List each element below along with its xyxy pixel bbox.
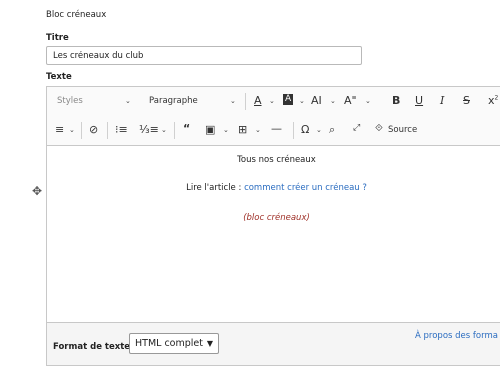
chevron-down-icon[interactable]: ⌄ [223,127,229,134]
blockquote-icon[interactable]: “ [183,123,190,134]
superscript-icon[interactable]: x2 [488,95,498,106]
chevron-down-icon[interactable]: ⌄ [230,98,236,105]
source-icon[interactable]: ⟐ [375,124,383,134]
background-color-icon[interactable]: A [283,94,294,105]
strikethrough-icon[interactable]: S [463,95,470,106]
article-link[interactable]: comment créer un créneau ? [244,183,367,193]
editor-toolbar-row-2: ≡ ⌄ ⊘ ⁝≡ ⅓≡ ⌄ “ ▣ ⌄ ⊞ ⌄ — Ω ⌄ ⌕ ⤢ ⟐ Sour… [47,116,500,146]
find-replace-icon[interactable]: ⌕ [329,124,335,135]
section-title: Bloc créneaux [46,10,107,20]
chevron-down-icon[interactable]: ⌄ [330,98,336,105]
editor-content[interactable]: Tous nos créneaux Lire l'article : comme… [47,146,500,322]
bold-icon[interactable]: B [392,95,400,106]
chevron-down-icon[interactable]: ⌄ [365,98,371,105]
caret-down-icon: ▼ [206,339,213,348]
chevron-down-icon[interactable]: ⌄ [269,98,275,105]
format-select[interactable]: HTML complet ▼ [129,333,219,354]
font-size-icon[interactable]: AI [311,95,322,106]
insert-image-icon[interactable]: ▣ [205,124,215,135]
format-value: HTML complet [135,338,203,349]
heading-dropdown[interactable]: Paragraphe [149,97,198,106]
content-heading: Tous nos créneaux [237,155,316,165]
numbered-list-icon[interactable]: ⅓≡ [139,124,159,135]
styles-dropdown[interactable]: Styles [57,97,83,106]
article-prefix: Lire l'article : [186,183,245,193]
font-color-icon[interactable]: A [254,95,262,106]
link-icon[interactable]: ⊘ [89,124,98,135]
horizontal-line-icon[interactable]: — [271,123,282,134]
chevron-down-icon[interactable]: ⌄ [125,98,131,105]
editor-toolbar-row-1: Styles ⌄ Paragraphe ⌄ A ⌄ A ⌄ AI ⌄ A≡ ⌄ … [47,87,500,116]
content-article-line: Lire l'article : comment créer un crénea… [47,183,500,193]
drag-handle-icon[interactable]: ✥ [32,184,42,198]
chevron-down-icon[interactable]: ⌄ [161,127,167,134]
italic-icon[interactable]: I [440,95,444,106]
texte-label: Texte [46,72,72,82]
bulleted-list-icon[interactable]: ⁝≡ [115,124,128,135]
chevron-down-icon[interactable]: ⌄ [69,127,75,134]
font-family-icon[interactable]: A≡ [344,95,357,106]
fullscreen-icon[interactable]: ⤢ [353,124,360,133]
source-button[interactable]: Source [388,126,417,135]
chevron-down-icon[interactable]: ⌄ [255,127,261,134]
chevron-down-icon[interactable]: ⌄ [316,127,322,134]
table-icon[interactable]: ⊞ [238,124,247,135]
chevron-down-icon[interactable]: ⌄ [299,98,305,105]
titre-input[interactable] [46,46,362,65]
block-note: (bloc créneaux) [243,213,310,223]
special-characters-icon[interactable]: Ω [301,124,309,135]
format-label: Format de texte [53,342,131,352]
editor-footer: Format de texte HTML complet ▼ À propos … [47,322,500,365]
underline-icon[interactable]: U [415,95,423,106]
titre-label: Titre [46,33,69,43]
rich-text-editor: Styles ⌄ Paragraphe ⌄ A ⌄ A ⌄ AI ⌄ A≡ ⌄ … [46,86,500,366]
about-formats-link[interactable]: À propos des forma [415,331,498,341]
align-icon[interactable]: ≡ [55,124,64,135]
